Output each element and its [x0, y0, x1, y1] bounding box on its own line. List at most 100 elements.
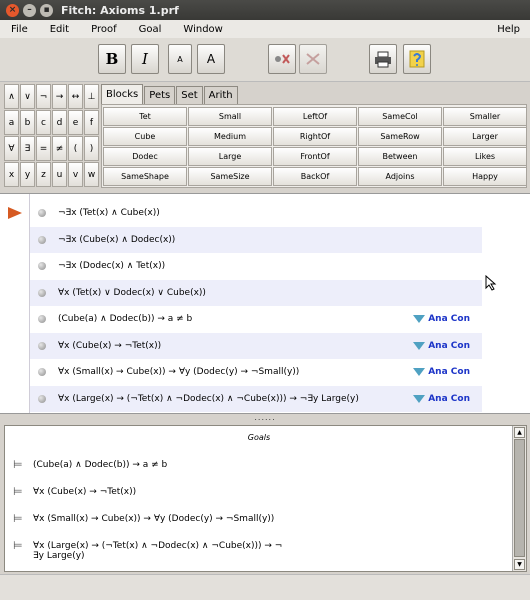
tab-blocks[interactable]: Blocks: [101, 84, 144, 104]
proof-line[interactable]: (Cube(a) ∧ Dodec(b)) → a ≠ b Ana Con: [30, 306, 482, 332]
minimize-window-button[interactable]: –: [23, 3, 36, 17]
italic-button[interactable]: I: [131, 44, 159, 74]
goals-title: Goals: [247, 433, 271, 442]
symbol-button[interactable]: ∀: [4, 136, 19, 161]
symbol-button[interactable]: v: [68, 162, 83, 187]
goal-item[interactable]: ⊨ (Cube(a) ∧ Dodec(b)) → a ≠ b: [13, 458, 493, 471]
predicate-button-samesize[interactable]: SameSize: [188, 167, 272, 186]
symbol-button[interactable]: ∨: [20, 84, 35, 109]
predicate-button-small[interactable]: Small: [188, 107, 272, 126]
symbol-button[interactable]: w: [84, 162, 99, 187]
rule-label: Ana Con: [428, 314, 470, 324]
symbol-button[interactable]: ∃: [20, 136, 35, 161]
proof-line[interactable]: ¬∃x (Cube(x) ∧ Dodec(x)): [30, 226, 482, 253]
proof-line[interactable]: ∀x (Cube(x) → ¬Tet(x)) Ana Con: [30, 332, 482, 359]
menu-window[interactable]: Window: [183, 24, 222, 35]
rule-selector[interactable]: Ana Con: [413, 341, 470, 351]
predicate-button-samerow[interactable]: SameRow: [358, 127, 442, 146]
menu-file[interactable]: File: [11, 24, 28, 35]
symbol-button[interactable]: =: [36, 136, 51, 161]
goal-item[interactable]: ⊨ ∀x (Large(x) → (¬Tet(x) ∧ ¬Dodec(x) ∧ ¬…: [13, 539, 493, 561]
goals-scrollbar[interactable]: ▲ ▼: [512, 426, 526, 571]
predicate-button-between[interactable]: Between: [358, 147, 442, 166]
rule-dropdown-icon: [413, 394, 426, 403]
menu-goal[interactable]: Goal: [139, 24, 162, 35]
predicate-button-large[interactable]: Large: [188, 147, 272, 166]
tab-set[interactable]: Set: [176, 86, 203, 104]
goal-item[interactable]: ⊨ ∀x (Small(x) → Cube(x)) → ∀y (Dodec(y) …: [13, 512, 493, 525]
goal-formula: (Cube(a) ∧ Dodec(b)) → a ≠ b: [33, 460, 168, 470]
maximize-window-button[interactable]: ▪: [40, 3, 53, 17]
menu-edit[interactable]: Edit: [50, 24, 69, 35]
predicate-tabs: Blocks Pets Set Arith: [101, 84, 239, 104]
font-larger-button[interactable]: A: [197, 44, 225, 74]
scroll-thumb[interactable]: [514, 439, 525, 557]
symbol-button[interactable]: c: [36, 110, 51, 135]
goal-text: (Cube(a) ∧ Dodec(b)) → a ≠ b: [33, 460, 167, 470]
symbol-button[interactable]: y: [20, 162, 35, 187]
symbol-button[interactable]: ⊥: [84, 84, 99, 109]
symbol-button[interactable]: →: [52, 84, 67, 109]
tab-pets[interactable]: Pets: [144, 86, 176, 104]
close-window-button[interactable]: ×: [6, 3, 19, 17]
rule-label: Ana Con: [428, 393, 470, 404]
scroll-up-button[interactable]: ▲: [514, 427, 525, 438]
rule-selector[interactable]: Ana Con: [413, 314, 470, 324]
predicate-button-larger[interactable]: Larger: [443, 127, 527, 146]
proof-line[interactable]: ¬∃x (Dodec(x) ∧ Tet(x)): [30, 253, 482, 279]
print-button[interactable]: [369, 44, 397, 74]
symbol-button[interactable]: e: [68, 110, 83, 135]
symbol-button[interactable]: f: [84, 110, 99, 135]
predicate-button-leftof[interactable]: LeftOf: [273, 107, 357, 126]
verify-proof-button[interactable]: [299, 44, 327, 74]
rule-dropdown-icon: [413, 368, 426, 376]
proof-line[interactable]: ¬∃x (Tet(x) ∧ Cube(x)): [30, 200, 482, 226]
rule-label: Ana Con: [428, 340, 470, 351]
symbol-button[interactable]: ∧: [4, 84, 19, 109]
symbol-button[interactable]: u: [52, 162, 67, 187]
bold-label: B: [105, 50, 119, 68]
symbol-button[interactable]: (: [68, 136, 83, 161]
menu-bar: File Edit Proof Goal Window Help: [0, 20, 530, 38]
pane-divider-handle[interactable]: ......: [0, 414, 530, 425]
predicate-button-samecol[interactable]: SameCol: [358, 107, 442, 126]
help-button[interactable]: [403, 44, 431, 74]
rule-selector[interactable]: Ana Con: [413, 394, 470, 404]
bold-button[interactable]: B: [98, 44, 126, 74]
predicate-button-rightof[interactable]: RightOf: [273, 127, 357, 146]
predicate-button-frontof[interactable]: FrontOf: [273, 147, 357, 166]
scroll-down-button[interactable]: ▼: [514, 559, 525, 570]
verify-goal-button[interactable]: [268, 44, 296, 74]
symbol-button[interactable]: z: [36, 162, 51, 187]
check-proof-icon: [306, 53, 320, 65]
goal-item[interactable]: ⊨ ∀x (Cube(x) → ¬Tet(x)): [13, 485, 493, 498]
symbol-button[interactable]: x: [4, 162, 19, 187]
menu-help[interactable]: Help: [497, 24, 520, 35]
symbol-button[interactable]: d: [52, 110, 67, 135]
predicate-button-backof[interactable]: BackOf: [273, 167, 357, 186]
symbol-button[interactable]: ¬: [36, 84, 51, 109]
proof-line[interactable]: ∀x (Large(x) → (¬Tet(x) ∧ ¬Dodec(x) ∧ ¬C…: [30, 385, 482, 412]
symbol-button[interactable]: ↔: [68, 84, 83, 109]
predicate-button-happy[interactable]: Happy: [443, 167, 527, 186]
symbol-button[interactable]: a: [4, 110, 19, 135]
predicate-button-likes[interactable]: Likes: [443, 147, 527, 166]
predicate-button-sameshape[interactable]: SameShape: [103, 167, 187, 186]
tab-arith[interactable]: Arith: [203, 86, 238, 104]
proof-area[interactable]: ¬∃x (Tet(x) ∧ Cube(x)) ¬∃x (Cube(x) ∧ Dod…: [0, 193, 530, 414]
rule-selector[interactable]: Ana Con: [413, 367, 470, 377]
predicate-button-cube[interactable]: Cube: [103, 127, 187, 146]
predicate-button-smaller[interactable]: Smaller: [443, 107, 527, 126]
predicate-button-adjoins[interactable]: Adjoins: [358, 167, 442, 186]
symbol-button[interactable]: ): [84, 136, 99, 161]
proof-line[interactable]: ∀x (Tet(x) ∨ Dodec(x) ∨ Cube(x)): [30, 279, 482, 306]
proof-line[interactable]: ∀x (Small(x) → Cube(x)) → ∀y (Dodec(y) →…: [30, 359, 482, 385]
predicate-button-dodec[interactable]: Dodec: [103, 147, 187, 166]
symbol-button[interactable]: ≠: [52, 136, 67, 161]
predicate-button-tet[interactable]: Tet: [103, 107, 187, 126]
font-smaller-button[interactable]: A: [168, 44, 192, 74]
symbol-button[interactable]: b: [20, 110, 35, 135]
menu-proof[interactable]: Proof: [91, 24, 117, 35]
predicate-button-medium[interactable]: Medium: [188, 127, 272, 146]
rule-dropdown-icon: [413, 341, 426, 350]
